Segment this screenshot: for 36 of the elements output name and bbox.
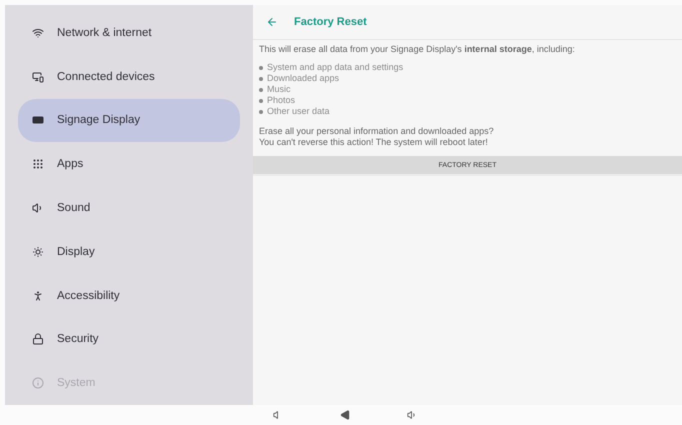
back-icon <box>340 410 350 420</box>
list-item: System and app data and settings <box>267 62 404 73</box>
brightness-icon <box>32 246 44 258</box>
sidebar-item[interactable]: Network & internet <box>18 11 240 55</box>
speaker-icon <box>32 202 44 214</box>
warning-text: Erase all your personal information and downloaded apps? <box>259 126 495 137</box>
back-arrow-icon <box>266 16 278 28</box>
warning-text: You can't reverse this action! The system will reboot later! <box>259 137 489 148</box>
bullet-icon <box>259 66 263 70</box>
back-button[interactable] <box>266 16 278 28</box>
sidebar-item[interactable]: Security <box>18 317 240 362</box>
devices-icon <box>32 70 44 83</box>
list-item: Music <box>267 84 291 95</box>
sidebar-item[interactable]: Connected devices <box>18 54 240 99</box>
sidebar-item[interactable]: Display <box>18 230 240 274</box>
bullet-icon <box>259 98 263 102</box>
sidebar-item[interactable]: Accessibility <box>18 274 240 318</box>
volume-up-button[interactable] <box>407 410 417 420</box>
info-icon <box>32 377 44 390</box>
bullet-icon <box>259 76 263 80</box>
list-item: Downloaded apps <box>267 73 340 84</box>
back-button[interactable] <box>340 410 350 420</box>
list-item: Photos <box>267 95 296 106</box>
bullet-icon <box>259 110 263 114</box>
page-title: Factory Reset <box>294 16 367 28</box>
list-item: Other user data <box>267 106 330 117</box>
display-icon <box>32 114 44 126</box>
sidebar-item[interactable]: Sound <box>18 186 240 230</box>
lock-icon <box>32 333 44 346</box>
speaker-icon <box>407 410 417 420</box>
intro-text: This will erase all data from your Signage Display's internal storage, including: <box>259 44 576 54</box>
sidebar-item[interactable]: Apps <box>18 142 240 186</box>
grid-icon <box>32 158 44 170</box>
person-icon <box>32 290 44 302</box>
bullet-icon <box>259 88 263 92</box>
sidebar-item[interactable]: Signage Display <box>18 98 240 142</box>
